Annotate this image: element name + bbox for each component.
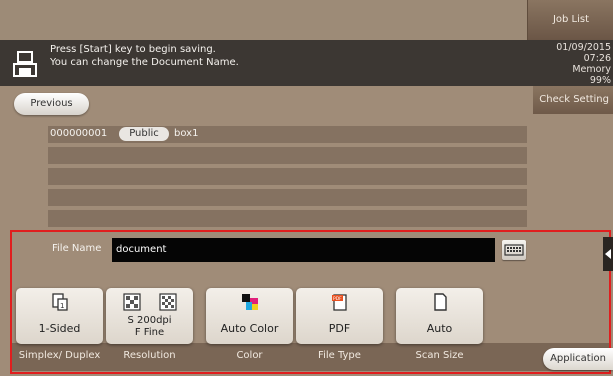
check-setting-button[interactable]: Check Setting xyxy=(533,86,613,114)
resolution-icon xyxy=(123,293,177,311)
svg-text:PDF: PDF xyxy=(333,296,342,302)
simplex-value: 1-Sided xyxy=(38,322,81,335)
file-type-value: PDF xyxy=(328,322,351,335)
box-type-badge: Public xyxy=(119,127,169,141)
file-name-input[interactable]: document xyxy=(112,238,495,262)
memory-label: Memory xyxy=(572,64,611,75)
memory-value: 99% xyxy=(589,75,611,86)
top-bar xyxy=(0,0,613,40)
status-message-line2: You can change the Document Name. xyxy=(50,57,239,68)
job-list-button[interactable]: Job List xyxy=(527,0,613,40)
box-name: box1 xyxy=(174,128,199,139)
page-icon xyxy=(434,293,447,311)
table-row xyxy=(48,147,527,164)
date-text: 01/09/2015 xyxy=(556,42,611,53)
device-status: 01/09/2015 07:26 Memory 99% xyxy=(500,42,611,86)
keyboard-button[interactable] xyxy=(502,240,526,260)
side-panel-tab[interactable] xyxy=(603,237,613,271)
printer-icon xyxy=(13,51,37,77)
color-button[interactable]: Auto Color xyxy=(206,288,293,344)
scan-size-value: Auto xyxy=(426,322,453,335)
pdf-icon: PDF xyxy=(332,294,347,311)
simplex-duplex-button[interactable]: 1 1-Sided xyxy=(16,288,103,344)
simplex-icon: 1 xyxy=(52,293,68,311)
box-list: 000000001 Public box1 xyxy=(48,126,527,231)
keyboard-icon xyxy=(504,244,524,256)
color-caption: Color xyxy=(236,350,263,361)
color-value: Auto Color xyxy=(220,322,279,335)
simplex-caption: Simplex/ Duplex xyxy=(18,350,101,361)
resolution-value: S 200dpi F Fine xyxy=(127,315,172,338)
auto-color-icon xyxy=(242,294,258,310)
time-text: 07:26 xyxy=(583,53,611,64)
box-number: 000000001 xyxy=(50,128,108,139)
table-row xyxy=(48,168,527,185)
svg-text:1: 1 xyxy=(60,302,64,310)
resolution-button[interactable]: S 200dpi F Fine xyxy=(106,288,193,344)
application-button[interactable]: Application xyxy=(543,348,613,370)
resolution-caption: Resolution xyxy=(123,350,176,361)
file-type-button[interactable]: PDF PDF xyxy=(296,288,383,344)
table-row[interactable]: 000000001 Public box1 xyxy=(48,126,527,143)
scan-size-caption: Scan Size xyxy=(415,350,464,361)
previous-button[interactable]: Previous xyxy=(14,93,89,115)
table-row xyxy=(48,210,527,227)
table-row xyxy=(48,189,527,206)
status-message-line1: Press [Start] key to begin saving. xyxy=(50,44,216,55)
file-type-caption: File Type xyxy=(318,350,361,361)
file-name-label: File Name xyxy=(52,243,102,254)
scan-size-button[interactable]: Auto xyxy=(396,288,483,344)
